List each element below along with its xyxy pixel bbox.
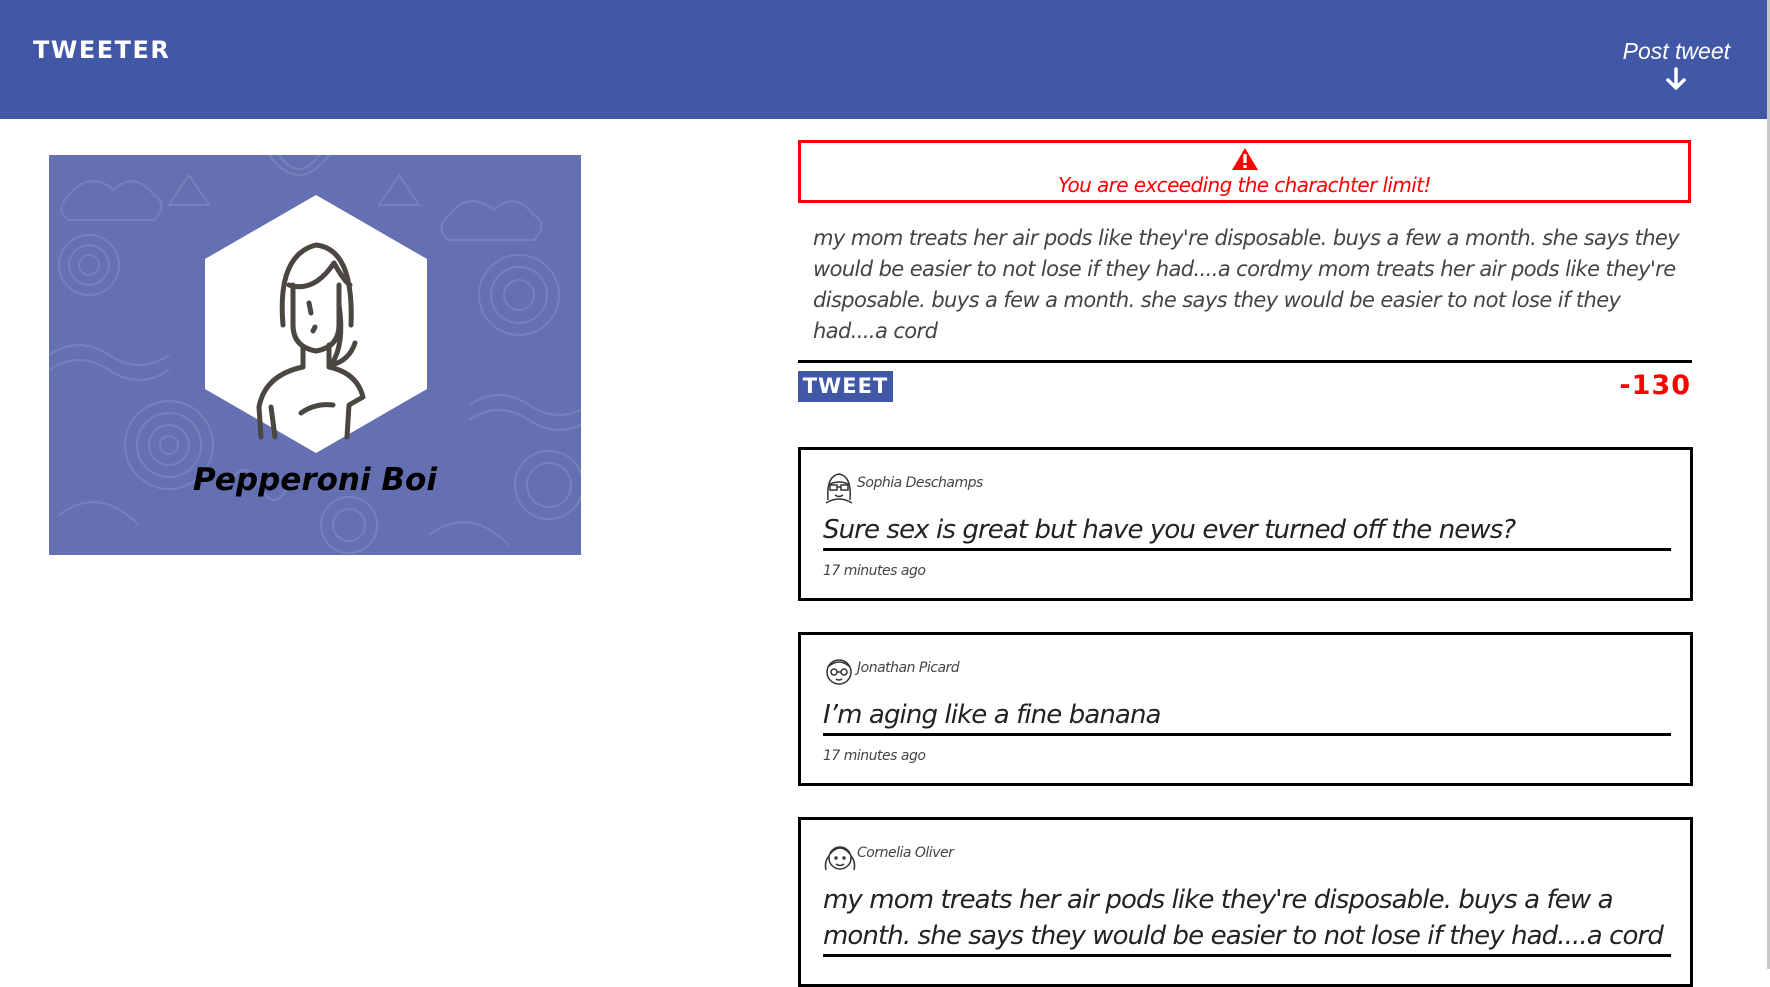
tweet-text: I’m aging like a fine banana bbox=[823, 697, 1671, 736]
profile-card: Pepperoni Boi bbox=[49, 155, 581, 555]
tweet-card: Sophia Deschamps Sure sex is great but h… bbox=[798, 447, 1693, 601]
tweet-button[interactable]: TWEET bbox=[798, 371, 893, 402]
tweet-composer-input[interactable]: my mom treats her air pods like they're … bbox=[813, 223, 1683, 347]
char-counter: -130 bbox=[1619, 370, 1691, 401]
woman-glasses-avatar-icon bbox=[825, 473, 853, 504]
warning-triangle-icon bbox=[1231, 148, 1258, 170]
tweet-author[interactable]: Jonathan Picard bbox=[857, 660, 960, 676]
tweet-card: Cornelia Oliver my mom treats her air po… bbox=[798, 817, 1693, 987]
brand-logo[interactable]: TWEETER bbox=[33, 36, 170, 64]
post-tweet-link[interactable]: Post tweet bbox=[1623, 38, 1730, 91]
tweet-author[interactable]: Sophia Deschamps bbox=[857, 475, 983, 491]
tweet-timestamp: 17 minutes ago bbox=[823, 748, 926, 764]
tweet-author[interactable]: Cornelia Oliver bbox=[857, 845, 954, 861]
man-glasses-avatar-icon bbox=[826, 659, 852, 685]
top-nav: TWEETER Post tweet bbox=[0, 0, 1767, 119]
composer-divider bbox=[798, 360, 1692, 363]
tweet-text: Sure sex is great but have you ever turn… bbox=[823, 512, 1671, 551]
tweet-card: Jonathan Picard I’m aging like a fine ba… bbox=[798, 632, 1693, 786]
tweet-text: my mom treats her air pods like they're … bbox=[823, 882, 1671, 957]
char-limit-warning: You are exceeding the charachter limit! bbox=[798, 140, 1691, 203]
profile-name: Pepperoni Boi bbox=[193, 462, 437, 498]
tweet-timestamp: 17 minutes ago bbox=[823, 563, 926, 579]
arrow-down-icon bbox=[1666, 67, 1687, 90]
girl-pigtails-avatar-icon bbox=[824, 846, 856, 871]
warning-message: You are exceeding the charachter limit! bbox=[1058, 173, 1431, 197]
post-tweet-label: Post tweet bbox=[1622, 38, 1730, 64]
avatar-frame bbox=[205, 195, 427, 453]
